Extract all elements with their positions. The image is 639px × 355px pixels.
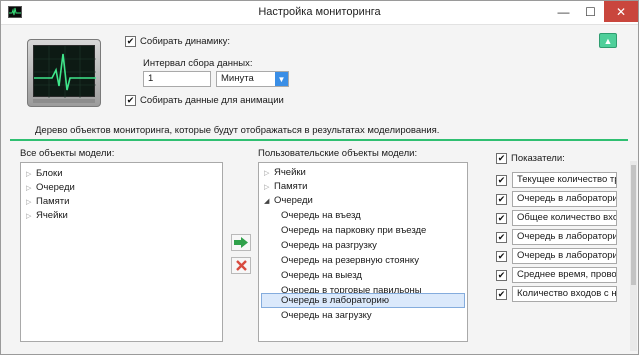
expand-icon[interactable]: ▷ bbox=[26, 196, 36, 210]
tree-item[interactable]: ◢ Очереди bbox=[264, 194, 313, 208]
list-item-selected[interactable]: Очередь в лабораторию bbox=[261, 293, 465, 308]
interval-unit-select[interactable]: Минута ▼ bbox=[216, 71, 289, 87]
list-item[interactable]: Очередь на загрузку bbox=[281, 309, 372, 323]
indicator-field[interactable]: Количество входов с нул bbox=[512, 286, 617, 302]
list-item[interactable]: Очередь на въезд bbox=[281, 209, 361, 223]
tree-item[interactable]: ▷ Блоки bbox=[26, 167, 63, 181]
x-icon bbox=[235, 260, 247, 271]
indicators-label: Показатели: bbox=[511, 153, 565, 164]
expand-icon[interactable]: ▷ bbox=[26, 168, 36, 182]
info-text: Дерево объектов мониторинга, которые буд… bbox=[35, 125, 440, 136]
list-item[interactable]: Очередь на парковку при въезде bbox=[281, 224, 426, 238]
collapse-icon[interactable]: ◢ bbox=[264, 195, 274, 209]
tree-item[interactable]: ▷ Ячейки bbox=[264, 166, 306, 180]
expand-icon[interactable]: ▷ bbox=[264, 167, 274, 181]
indicator-field[interactable]: Текущее количество тран bbox=[512, 172, 617, 188]
close-button[interactable]: ✕ bbox=[604, 1, 638, 22]
interval-input[interactable]: 1 bbox=[143, 71, 211, 87]
indicator-checkbox[interactable]: ✔ bbox=[496, 289, 507, 300]
remove-object-button[interactable] bbox=[231, 257, 251, 274]
collect-animation-label: Собирать данные для анимации bbox=[140, 95, 284, 106]
collapse-button[interactable]: ▲ bbox=[599, 33, 617, 48]
indicator-checkbox[interactable]: ✔ bbox=[496, 175, 507, 186]
indicator-field[interactable]: Очередь в лабораторию. bbox=[512, 191, 617, 207]
indicator-checkbox[interactable]: ✔ bbox=[496, 251, 507, 262]
tree-item[interactable]: ▷ Памяти bbox=[26, 195, 69, 209]
section-divider bbox=[10, 139, 628, 141]
indicator-field[interactable]: Общее количество входо bbox=[512, 210, 617, 226]
list-item[interactable]: Очередь на резервную стоянку bbox=[281, 254, 419, 268]
monitor-stand bbox=[33, 99, 95, 103]
monitor-screen bbox=[33, 45, 96, 98]
expand-icon[interactable]: ▷ bbox=[264, 181, 274, 195]
collect-dynamics-checkbox[interactable]: ✔ bbox=[125, 36, 136, 47]
collect-dynamics-label: Собирать динамику: bbox=[140, 36, 231, 47]
expand-icon[interactable]: ▷ bbox=[26, 182, 36, 196]
list-item[interactable]: Очередь на разгрузку bbox=[281, 239, 377, 253]
all-objects-label: Все объекты модели: bbox=[20, 148, 115, 159]
user-objects-tree[interactable]: ▷ Ячейки ▷ Памяти ◢ Очереди Очередь на въез… bbox=[258, 162, 468, 342]
chevron-up-icon: ▲ bbox=[603, 35, 613, 46]
indicator-field[interactable]: Очередь в лабораторию. bbox=[512, 248, 617, 264]
tree-item[interactable]: ▷ Памяти bbox=[264, 180, 307, 194]
title-bar: Настройка мониторинга — ☐ ✕ bbox=[1, 1, 638, 25]
arrow-right-icon bbox=[234, 237, 248, 248]
maximize-button[interactable]: ☐ bbox=[577, 1, 604, 22]
scrollbar-thumb[interactable] bbox=[631, 165, 636, 285]
collect-animation-checkbox[interactable]: ✔ bbox=[125, 95, 136, 106]
indicators-checkbox[interactable]: ✔ bbox=[496, 153, 507, 164]
interval-label: Интервал сбора данных: bbox=[143, 58, 253, 69]
list-item[interactable]: Очередь на выезд bbox=[281, 269, 362, 283]
chevron-down-icon[interactable]: ▼ bbox=[275, 72, 288, 86]
indicator-checkbox[interactable]: ✔ bbox=[496, 232, 507, 243]
tree-item[interactable]: ▷ Ячейки bbox=[26, 209, 68, 223]
indicator-checkbox[interactable]: ✔ bbox=[496, 270, 507, 281]
all-objects-tree[interactable]: ▷ Блоки ▷ Очереди ▷ Памяти ▷ Ячейки bbox=[20, 162, 223, 342]
user-objects-label: Пользовательские объекты модели: bbox=[258, 148, 418, 159]
add-object-button[interactable] bbox=[231, 234, 251, 251]
window-title: Настройка мониторинга bbox=[258, 6, 381, 18]
expand-icon[interactable]: ▷ bbox=[26, 210, 36, 224]
indicator-checkbox[interactable]: ✔ bbox=[496, 194, 507, 205]
indicator-field[interactable]: Очередь в лабораторию. bbox=[512, 229, 617, 245]
minimize-button[interactable]: — bbox=[550, 1, 577, 22]
indicator-checkbox[interactable]: ✔ bbox=[496, 213, 507, 224]
monitoring-settings-window: Настройка мониторинга — ☐ ✕ ✔ Собирать д… bbox=[0, 0, 639, 355]
heartbeat-monitor-icon bbox=[27, 39, 101, 107]
indicators-scrollbar[interactable] bbox=[630, 161, 637, 351]
tree-item[interactable]: ▷ Очереди bbox=[26, 181, 75, 195]
indicator-field[interactable]: Среднее время, проводи bbox=[512, 267, 617, 283]
interval-unit-value: Минута bbox=[221, 73, 254, 84]
